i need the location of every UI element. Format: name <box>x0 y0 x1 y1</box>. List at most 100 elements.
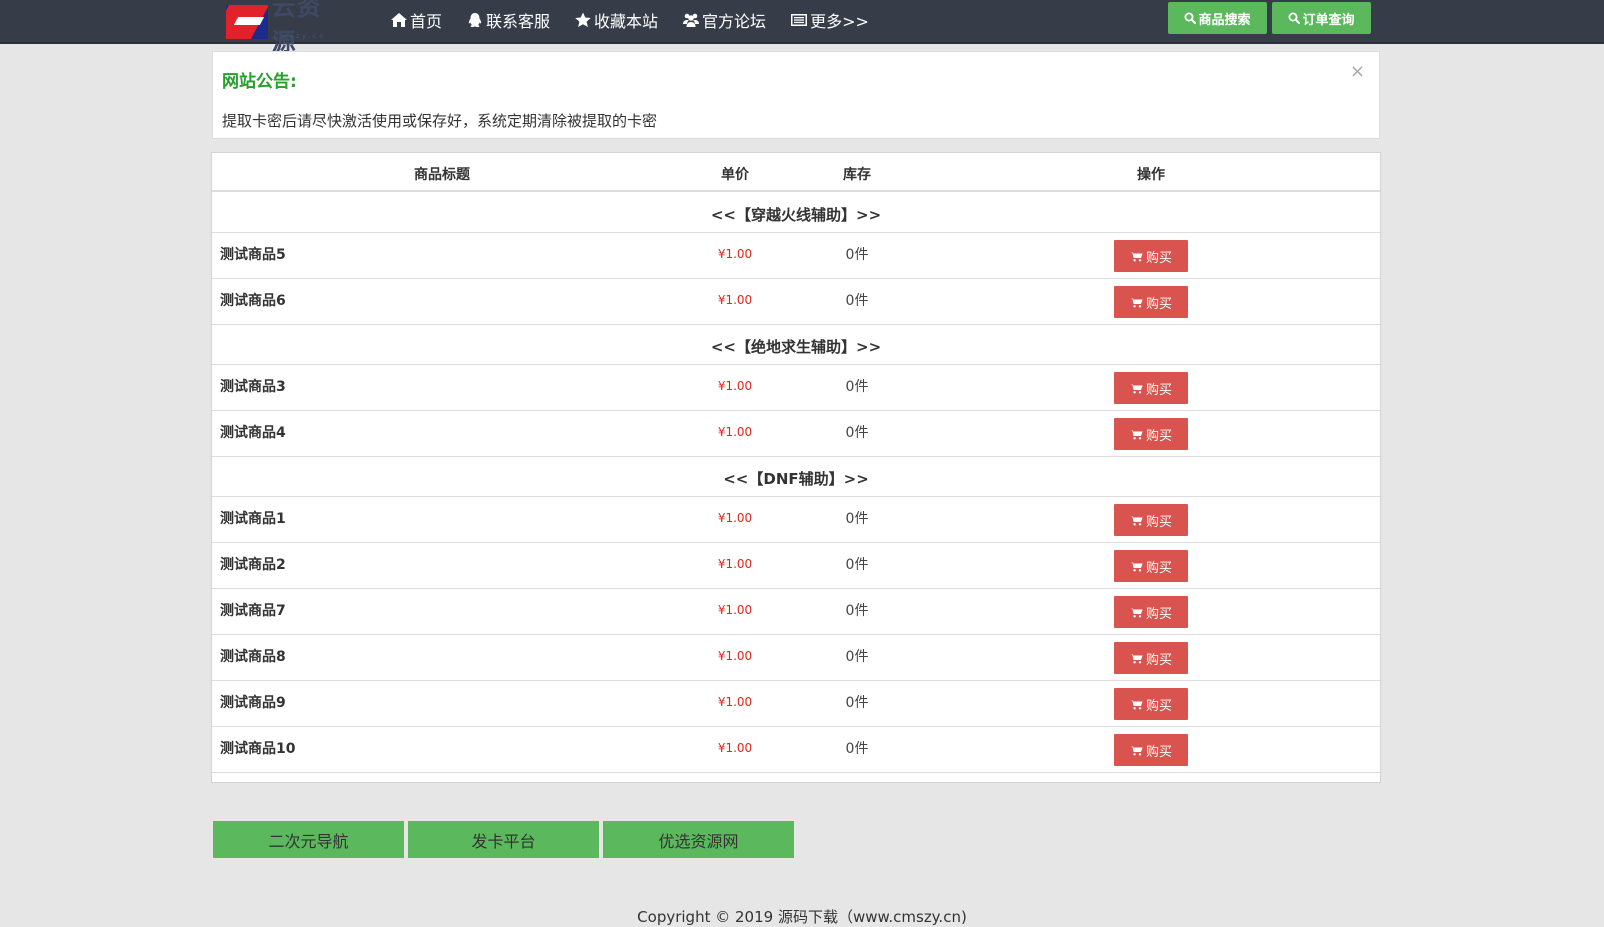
product-name: 测试商品9 <box>220 695 286 711</box>
buy-label: 购买 <box>1145 295 1172 311</box>
cart-icon <box>1129 699 1143 709</box>
category-label: <<【DNF辅助】>> <box>723 470 869 488</box>
table-row: 测试商品2 ¥1.00 0件 购买 <box>212 543 1380 589</box>
product-stock: 0件 <box>845 741 869 757</box>
buy-button[interactable]: 购买 <box>1114 372 1188 404</box>
announcement-title: 网站公告: <box>222 72 297 92</box>
product-table: 商品标题 单价 库存 操作 <<【穿越火线辅助】>> 测试商品5 ¥1.00 0件 购买… <box>211 152 1381 783</box>
category-label: <<【穿越火线辅助】>> <box>710 206 882 224</box>
product-stock: 0件 <box>845 603 869 619</box>
table-row: 测试商品7 ¥1.00 0件 购买 <box>212 589 1380 635</box>
buy-button[interactable]: 购买 <box>1114 550 1188 582</box>
nav-link-label: 首页 <box>410 12 443 31</box>
table-row: 测试商品8 ¥1.00 0件 购买 <box>212 635 1380 681</box>
users-icon <box>683 13 700 27</box>
product-name: 测试商品3 <box>220 379 286 395</box>
category-row: <<【DNF辅助】>> <box>212 457 1380 497</box>
logo-text: 云资源 <box>271 0 322 56</box>
announcement-panel: 网站公告: × 提取卡密后请尽快激活使用或保存好，系统定期清除被提取的卡密 <box>212 51 1380 139</box>
nav-links: 首页 联系客服 收藏本站 官方论坛 更多>> <box>390 0 893 40</box>
nav-link-contact[interactable]: 联系客服 <box>466 8 550 32</box>
buy-label: 购买 <box>1145 697 1172 713</box>
search-icon <box>1184 12 1197 24</box>
close-icon[interactable]: × <box>1350 63 1365 81</box>
table-row: 测试商品6 ¥1.00 0件 购买 <box>212 279 1380 325</box>
cart-icon <box>1129 745 1143 755</box>
cart-icon <box>1129 251 1143 261</box>
buy-label: 购买 <box>1145 559 1172 575</box>
product-name: 测试商品4 <box>220 425 286 441</box>
product-price: ¥1.00 <box>717 293 753 307</box>
product-stock: 0件 <box>845 649 869 665</box>
buy-button[interactable]: 购买 <box>1114 688 1188 720</box>
product-name: 测试商品7 <box>220 603 286 619</box>
nav-link-bookmark[interactable]: 收藏本站 <box>574 8 658 32</box>
copyright-text: Copyright © 2019 源码下载（www.cmszy.cn) <box>637 908 967 926</box>
product-price: ¥1.00 <box>717 425 753 439</box>
table-row: 测试商品5 ¥1.00 0件 购买 <box>212 233 1380 279</box>
buy-button[interactable]: 购买 <box>1114 240 1188 272</box>
cart-icon <box>1129 383 1143 393</box>
footer-link-anime-nav[interactable]: 二次元导航 <box>213 821 404 858</box>
product-price: ¥1.00 <box>717 603 753 617</box>
category-row: <<【绝地求生辅助】>> <box>212 325 1380 365</box>
product-stock: 0件 <box>845 247 869 263</box>
product-name: 测试商品5 <box>220 247 286 263</box>
order-query-button[interactable]: 订单查询 <box>1272 2 1371 34</box>
product-name: 测试商品10 <box>220 741 296 757</box>
footer-link-card-platform[interactable]: 发卡平台 <box>408 821 599 858</box>
buy-label: 购买 <box>1145 381 1172 397</box>
buy-button[interactable]: 购买 <box>1114 596 1188 628</box>
nav-link-label: 联系客服 <box>486 12 551 31</box>
cart-icon <box>1129 561 1143 571</box>
buy-button[interactable]: 购买 <box>1114 418 1188 450</box>
product-price: ¥1.00 <box>717 247 753 261</box>
table-row: 测试商品4 ¥1.00 0件 购买 <box>212 411 1380 457</box>
buy-button[interactable]: 购买 <box>1114 504 1188 536</box>
cart-icon <box>1129 515 1143 525</box>
product-price: ¥1.00 <box>717 649 753 663</box>
cart-icon <box>1129 607 1143 617</box>
search-icon <box>1288 12 1301 24</box>
buy-label: 购买 <box>1145 513 1172 529</box>
logo-subtext: Cmszy.cn <box>274 33 327 40</box>
header-price: 单价 <box>721 167 749 183</box>
product-price: ¥1.00 <box>717 557 753 571</box>
top-navbar: 云资源 Cmszy.cn 首页 联系客服 收藏本站 官方论坛 更多>> 商品搜索… <box>0 0 1604 56</box>
qq-icon <box>468 13 482 28</box>
buy-label: 购买 <box>1145 651 1172 667</box>
product-price: ¥1.00 <box>717 695 753 709</box>
product-search-label: 商品搜索 <box>1198 11 1251 27</box>
nav-link-label: 更多>> <box>810 12 869 31</box>
nav-link-label: 官方论坛 <box>702 12 767 31</box>
nav-link-more[interactable]: 更多>> <box>790 8 869 32</box>
category-row: <<【穿越火线辅助】>> <box>212 193 1380 233</box>
product-price: ¥1.00 <box>717 379 753 393</box>
table-row: 测试商品3 ¥1.00 0件 购买 <box>212 365 1380 411</box>
product-search-button[interactable]: 商品搜索 <box>1168 2 1267 34</box>
nav-link-forum[interactable]: 官方论坛 <box>682 8 766 32</box>
header-stock: 库存 <box>843 167 871 183</box>
product-name: 测试商品1 <box>220 511 286 527</box>
product-stock: 0件 <box>845 695 869 711</box>
product-price: ¥1.00 <box>717 511 753 525</box>
list-icon <box>791 14 808 26</box>
cart-icon <box>1129 653 1143 663</box>
header-title: 商品标题 <box>414 167 470 183</box>
table-row: 测试商品10 ¥1.00 0件 购买 <box>212 727 1380 773</box>
nav-link-home[interactable]: 首页 <box>390 8 442 32</box>
buy-button[interactable]: 购买 <box>1114 734 1188 766</box>
product-stock: 0件 <box>845 557 869 573</box>
category-label: <<【绝地求生辅助】>> <box>710 338 882 356</box>
site-logo[interactable]: 云资源 Cmszy.cn <box>226 0 346 56</box>
cart-icon <box>1129 297 1143 307</box>
buy-button[interactable]: 购买 <box>1114 286 1188 318</box>
buy-label: 购买 <box>1145 605 1172 621</box>
product-price: ¥1.00 <box>717 741 753 755</box>
buy-label: 购买 <box>1145 743 1172 759</box>
nav-link-label: 收藏本站 <box>594 12 659 31</box>
product-stock: 0件 <box>845 511 869 527</box>
buy-button[interactable]: 购买 <box>1114 642 1188 674</box>
footer-link-resource-site[interactable]: 优选资源网 <box>603 821 794 858</box>
cart-icon <box>1129 429 1143 439</box>
